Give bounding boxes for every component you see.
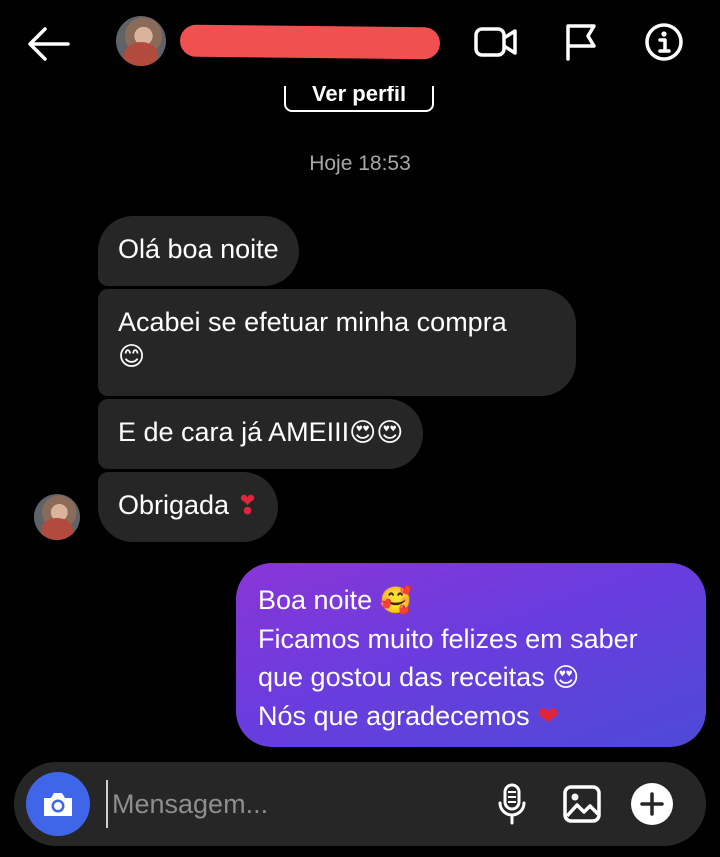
heart-exclamation-emoji: ❣ (236, 491, 259, 521)
more-options-button[interactable] (628, 780, 676, 828)
message-line: que gostou das receitas 😍 (258, 658, 684, 697)
incoming-message[interactable]: Acabei se efetuar minha compra 😊 (98, 289, 576, 396)
incoming-message[interactable]: E de cara já AMEIII😍😍 (98, 399, 424, 469)
conversation-timestamp: Hoje 18:53 (309, 152, 411, 175)
sender-avatar[interactable] (34, 494, 80, 540)
flag-icon (566, 24, 596, 61)
red-heart-emoji: ❤ (537, 702, 559, 732)
video-call-button[interactable] (472, 20, 520, 64)
redacted-contact-name[interactable] (179, 24, 441, 60)
outgoing-message[interactable]: Boa noite 🥰 Ficamos muito felizes em sab… (236, 563, 706, 747)
message-text: Boa noite (258, 585, 373, 615)
gallery-button[interactable] (558, 780, 606, 828)
message-line: Nós que agradecemos ❤ (258, 697, 684, 736)
report-flag-button[interactable] (556, 20, 604, 64)
camera-icon (44, 793, 72, 816)
incoming-message[interactable]: Olá boa noite (98, 216, 299, 286)
plus-circle-icon (631, 783, 673, 825)
message-text: Acabei se efetuar minha compra (118, 307, 507, 337)
message-text: Olá boa noite (118, 234, 279, 264)
image-gallery-icon (563, 785, 601, 823)
message-text: Nós que agradecemos (258, 701, 530, 731)
message-text: E de cara já AMEIII (118, 417, 350, 447)
heart-eyes-emoji: 😍😍 (349, 418, 404, 448)
smiling-hearts-emoji: 🥰 (379, 586, 412, 616)
back-button[interactable] (22, 20, 74, 68)
message-text: que gostou das receitas (258, 662, 545, 692)
message-composer (14, 762, 706, 846)
voice-message-button[interactable] (488, 780, 536, 828)
chat-header (0, 0, 720, 86)
message-input[interactable] (106, 780, 466, 828)
info-button[interactable] (640, 20, 688, 64)
message-line: Boa noite 🥰 (258, 581, 684, 620)
microphone-icon (498, 783, 526, 825)
camera-button[interactable] (26, 772, 90, 836)
smiling-emoji: 😊 (118, 342, 146, 372)
message-text: Ficamos muito felizes em saber (258, 624, 638, 654)
info-icon (645, 23, 683, 61)
message-text: Obrigada (118, 490, 230, 520)
message-line: Ficamos muito felizes em saber (258, 620, 684, 658)
heart-eyes-emoji: 😍 (552, 663, 580, 693)
incoming-message[interactable]: Obrigada ❣ (98, 472, 279, 542)
arrow-left-icon (28, 27, 70, 61)
video-call-icon (474, 27, 517, 57)
contact-avatar[interactable] (116, 16, 166, 66)
